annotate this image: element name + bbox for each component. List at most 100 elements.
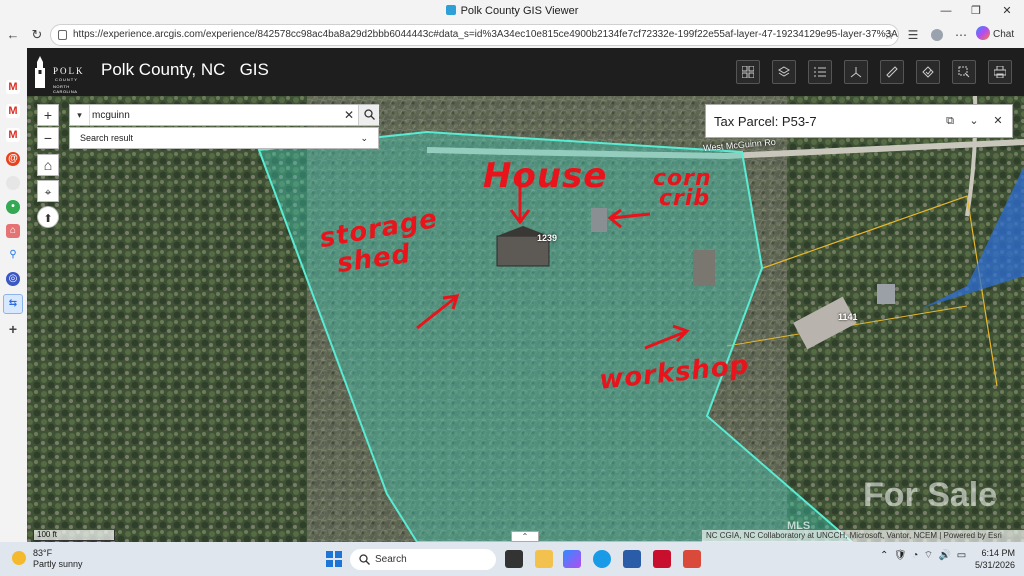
clock-time: 6:14 PM xyxy=(981,548,1015,558)
measure-button[interactable] xyxy=(880,60,904,84)
red-app-icon[interactable]: @ xyxy=(6,152,20,166)
measure-icon xyxy=(886,66,898,78)
app-header: POLK COUNTY NORTH CAROLINA Polk County, … xyxy=(27,48,1024,96)
polk-county-logo: POLK COUNTY NORTH CAROLINA xyxy=(31,54,89,94)
close-window-button[interactable]: ✕ xyxy=(993,2,1021,20)
favorites-bar-icon[interactable]: ☰ xyxy=(905,27,921,43)
legend-list-button[interactable] xyxy=(808,60,832,84)
more-options-icon[interactable]: ⋯ xyxy=(953,27,969,43)
close-popup-button[interactable]: ✕ xyxy=(990,113,1006,129)
logo-line2: COUNTY xyxy=(55,77,78,82)
edge-browser-icon[interactable] xyxy=(593,550,611,568)
weather-widget[interactable]: 83°F Partly sunny xyxy=(12,548,83,570)
favorite-star-icon[interactable]: ☆ xyxy=(881,27,897,43)
search-button[interactable] xyxy=(358,105,379,125)
print-button[interactable] xyxy=(988,60,1012,84)
chevron-up-icon: ⌃ xyxy=(521,532,529,541)
gis-app: POLK COUNTY NORTH CAROLINA Polk County, … xyxy=(27,48,1024,542)
url-text: https://experience.arcgis.com/experience… xyxy=(73,29,899,40)
minimize-button[interactable]: — xyxy=(932,2,960,20)
partly-sunny-icon xyxy=(12,551,26,565)
map-attribution: NC CGIA, NC Collaboratory at UNCCH, Micr… xyxy=(702,530,1024,542)
back-arrow-icon[interactable]: ← xyxy=(3,26,23,44)
print-icon xyxy=(994,66,1006,78)
search-icon xyxy=(359,554,370,565)
parcel-title: Tax Parcel: P53-7 xyxy=(714,114,817,129)
search-result-dropdown[interactable]: Search result ⌄ xyxy=(69,127,379,149)
home-icon[interactable]: ⌂ xyxy=(6,224,20,238)
edge-sidebar: M M M @ • ⌂ ⚲ ◎ ⇆ + xyxy=(0,48,27,542)
scale-label: 100 ft xyxy=(37,530,58,539)
taskbar-search-label: Search xyxy=(375,554,407,565)
copilot-icon xyxy=(976,26,990,40)
clock-date: 5/31/2026 xyxy=(975,560,1016,570)
app-l-icon[interactable] xyxy=(683,550,701,568)
bookmark-icon xyxy=(922,66,934,78)
search-source-dropdown[interactable]: ▾ xyxy=(70,105,90,125)
search-result-label: Search result xyxy=(80,133,134,143)
add-sidebar-app-icon[interactable]: + xyxy=(6,322,20,336)
system-clock[interactable]: 6:14 PM 5/31/2026 xyxy=(975,547,1015,571)
collapse-button[interactable]: ⌄ xyxy=(966,113,982,129)
system-tray[interactable]: ⌃ 🛡 ◔ ⌔ 🔊 ▭ xyxy=(880,549,966,562)
locate-crosshair-icon: ⌖ xyxy=(44,185,52,199)
blue-app-icon[interactable]: ◎ xyxy=(6,272,20,286)
windows-taskbar: 83°F Partly sunny Search ⌃ 🛡 ◔ ⌔ 🔊 ▭ 6:1… xyxy=(0,542,1024,576)
mcafee-icon[interactable] xyxy=(653,550,671,568)
select-button[interactable] xyxy=(952,60,976,84)
maps-pin-icon[interactable]: • xyxy=(6,200,20,214)
weather-desc: Partly sunny xyxy=(33,559,83,569)
close-icon: ✕ xyxy=(343,108,355,122)
crib-annotation: crib xyxy=(659,186,711,211)
gmail-icon-2[interactable]: M xyxy=(6,104,20,118)
chevron-down-icon: ⌄ xyxy=(969,115,979,127)
share-icon xyxy=(850,67,862,78)
gmail-icon-3[interactable]: M xyxy=(6,128,20,142)
clear-search-button[interactable]: ✕ xyxy=(340,105,358,125)
windows-logo-icon xyxy=(326,551,342,567)
active-tab-icon[interactable]: ⇆ xyxy=(3,294,23,314)
grid-icon xyxy=(742,66,754,78)
layers-icon xyxy=(778,66,790,77)
zoom-in-button[interactable]: + xyxy=(37,104,59,126)
share-button[interactable] xyxy=(844,60,868,84)
gmail-icon[interactable]: M xyxy=(6,80,20,94)
chevron-down-icon: ▾ xyxy=(77,110,82,120)
map-view[interactable]: West McGuinn Ro 1239 1141 House corn cri… xyxy=(27,96,1024,542)
reload-icon[interactable]: ↻ xyxy=(27,26,47,44)
copilot-icon[interactable] xyxy=(563,550,581,568)
copilot-chat-button[interactable]: Chat xyxy=(976,26,1014,44)
compass-button[interactable]: ⬆ xyxy=(37,206,59,228)
locate-button[interactable]: ⌖ xyxy=(37,180,59,202)
house-annotation: House xyxy=(483,156,608,196)
search-icon[interactable]: ⚲ xyxy=(6,248,20,262)
store-icon[interactable] xyxy=(623,550,641,568)
url-field[interactable]: https://experience.arcgis.com/experience… xyxy=(50,24,899,46)
home-extent-button[interactable]: ⌂ xyxy=(37,154,59,176)
profile-avatar-icon[interactable] xyxy=(929,27,945,43)
parcel-number-1239: 1239 xyxy=(537,233,558,243)
tab-title: Polk County GIS Viewer xyxy=(0,5,1024,17)
search-widget: ▾ ✕ xyxy=(69,104,379,126)
browser-titlebar: Polk County GIS Viewer — ❐ ✕ xyxy=(0,0,1024,22)
address-bar: ← ↻ https://experience.arcgis.com/experi… xyxy=(0,22,1024,48)
dock-button[interactable]: ⧉ xyxy=(942,113,958,129)
taskbar-search[interactable]: Search xyxy=(350,549,496,570)
chevron-down-icon: ⌄ xyxy=(360,133,368,143)
weather-temp: 83°F xyxy=(33,548,53,558)
start-button[interactable] xyxy=(325,550,343,568)
home-icon: ⌂ xyxy=(43,157,53,173)
logo-line3: NORTH CAROLINA xyxy=(53,84,78,94)
maximize-button[interactable]: ❐ xyxy=(962,2,990,20)
expand-panel-button[interactable]: ⌃ xyxy=(511,531,539,542)
grid-button[interactable] xyxy=(736,60,760,84)
bookmark-button[interactable] xyxy=(916,60,940,84)
circle-app-icon[interactable] xyxy=(6,176,20,190)
search-input[interactable] xyxy=(90,105,340,125)
zoom-out-button[interactable]: − xyxy=(37,127,59,149)
select-icon xyxy=(958,66,970,78)
parcel-number-1141: 1141 xyxy=(838,312,858,322)
file-explorer-icon[interactable] xyxy=(535,550,553,568)
layers-button[interactable] xyxy=(772,60,796,84)
task-view-icon[interactable] xyxy=(505,550,523,568)
